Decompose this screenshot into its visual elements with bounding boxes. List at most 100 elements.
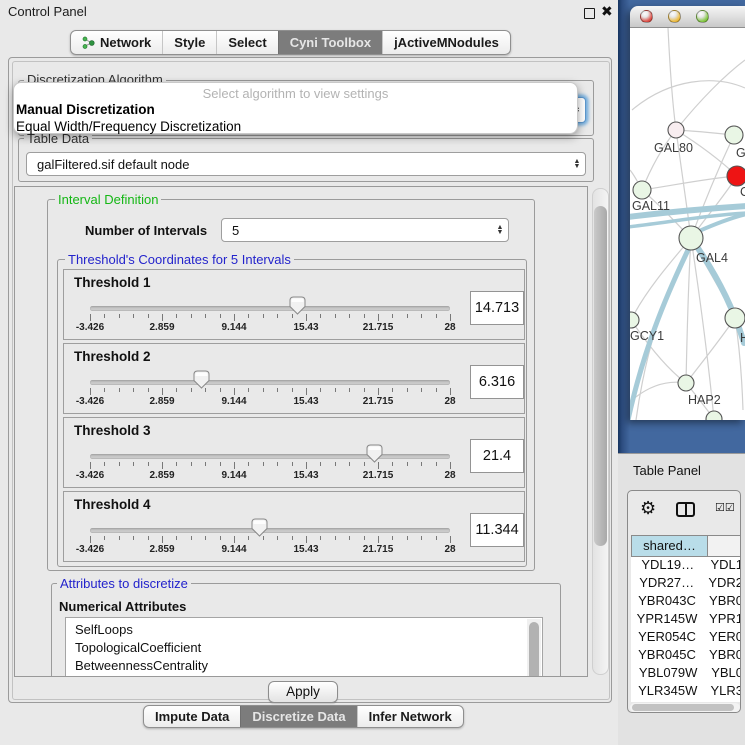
table-hscrollbar-thumb[interactable] [632,704,734,711]
apply-button[interactable]: Apply [268,681,338,703]
close-icon[interactable]: ✖ [601,3,613,20]
network-edge[interactable] [691,135,734,238]
columns-icon[interactable] [676,502,695,517]
minor-tick [407,388,408,392]
list-scrollbar-thumb[interactable] [529,622,539,677]
tick-label: 15.43 [276,470,336,481]
table-data-combobox[interactable]: galFiltered.sif default node ▲▼ [26,152,586,176]
table-hscrollbar[interactable] [630,703,740,712]
minor-tick [205,462,206,466]
network-canvas[interactable]: GAL80GACGAL11GAL4GCY1HHAP2 [630,28,745,420]
table-row[interactable]: YLR345WYLR3 [631,683,741,701]
threshold-label: Threshold 2 [74,349,151,364]
node-label: C [740,185,745,199]
tick-label: 2.859 [132,544,192,555]
tab-cyni-toolbox[interactable]: Cyni Toolbox [278,31,382,54]
slider-track[interactable] [90,380,450,385]
table-row[interactable]: YDR27…YDR2 [631,575,741,593]
table-row[interactable]: YBR043CYBR0 [631,593,741,611]
checkboxes-icon[interactable]: ☑☑ [715,501,735,514]
network-edge[interactable] [668,28,676,130]
column-header-shared[interactable]: shared… [631,535,708,557]
major-tick [378,314,379,321]
tab-discretize-data[interactable]: Discretize Data [240,706,356,727]
float-window-icon[interactable] [584,8,595,19]
network-node-node-right-2[interactable] [725,308,745,328]
threshold-value-field[interactable]: 14.713 [470,291,524,325]
numerical-attributes-list[interactable]: SelfLoopsTopologicalCoefficientBetweenne… [65,617,543,677]
table-row[interactable]: YIL052CYIL0 [631,701,741,702]
network-window[interactable]: GAL80GACGAL11GAL4GCY1HHAP2 [630,6,745,420]
major-tick [450,314,451,321]
network-edge[interactable] [676,60,745,130]
major-tick [306,388,307,395]
slider-thumb[interactable] [251,518,268,537]
threshold-value-field[interactable]: 6.316 [470,365,524,399]
network-edge[interactable] [632,81,745,110]
network-node-HAP2[interactable] [678,375,694,391]
tab-impute-data[interactable]: Impute Data [144,706,240,727]
slider-track[interactable] [90,306,450,311]
table-row[interactable]: YBL079WYBL0 [631,665,741,683]
minor-tick [104,536,105,540]
tab-jactivemnodules[interactable]: jActiveMNodules [382,31,510,54]
threshold-value-field[interactable]: 21.4 [470,439,524,473]
network-node-node-red[interactable] [727,166,745,186]
node-label: GCY1 [630,329,664,343]
cell-name: YER0 [703,629,741,647]
column-header-name[interactable]: n [708,535,741,557]
table-row[interactable]: YER054CYER0 [631,629,741,647]
slider-track[interactable] [90,528,450,533]
network-window-titlebar[interactable] [630,6,745,28]
slider-track[interactable] [90,454,450,459]
network-edge[interactable] [642,176,737,190]
table-row[interactable]: YDL19…YDL1 [631,557,741,575]
num-intervals-combobox[interactable]: 5 ▲▼ [221,218,509,242]
gear-icon[interactable]: ⚙ [640,499,656,517]
tab-style[interactable]: Style [162,31,216,54]
tab-select[interactable]: Select [216,31,277,54]
network-edge[interactable] [642,130,676,190]
threshold-value-field[interactable]: 11.344 [470,513,524,547]
zoom-traffic-light-icon[interactable] [696,10,709,23]
minimize-traffic-light-icon[interactable] [668,10,681,23]
major-tick [378,388,379,395]
dropdown-item-2[interactable]: Equal Width/Frequency Discretization [16,119,241,134]
attribute-item[interactable]: SelfLoops [66,621,542,639]
tab-label: Select [228,35,266,50]
slider-thumb[interactable] [366,444,383,463]
minor-tick [119,536,120,540]
tick-label: 21.715 [348,396,408,407]
table-row[interactable]: YBR045CYBR0 [631,647,741,665]
tab-label: jActiveMNodules [394,35,499,50]
tab-network[interactable]: Network [71,31,162,54]
minor-tick [364,462,365,466]
slider-thumb[interactable] [193,370,210,389]
minor-tick [277,462,278,466]
network-node-node-right-1[interactable] [725,126,743,144]
network-edge[interactable] [686,238,691,383]
close-traffic-light-icon[interactable] [640,10,653,23]
tab-infer-network[interactable]: Infer Network [357,706,463,727]
cell-name: YLR3 [704,683,741,701]
minor-tick [263,388,264,392]
dropdown-item-1[interactable]: Manual Discretization [16,102,155,117]
table-row[interactable]: YPR145WYPR1 [631,611,741,629]
slider-thumb[interactable] [289,296,306,315]
list-scrollbar[interactable] [527,619,541,677]
major-tick [378,536,379,543]
tick-label: -3.426 [60,396,120,407]
network-graph[interactable]: GAL80GACGAL11GAL4GCY1HHAP2 [630,28,745,420]
attribute-item[interactable]: TopologicalCoefficient [66,639,542,657]
minor-tick [148,388,149,392]
minor-tick [277,314,278,318]
network-node-GAL4[interactable] [679,226,703,250]
num-intervals-value: 5 [222,223,492,238]
network-node-GCY1[interactable] [630,312,639,328]
bottom-tab-bar: Impute DataDiscretize DataInfer Network [143,705,464,728]
network-node-GAL11[interactable] [633,181,651,199]
network-node-GAL80[interactable] [668,122,684,138]
panel-scrollbar-thumb[interactable] [594,206,607,546]
attribute-item[interactable]: BetweennessCentrality [66,657,542,675]
network-edge[interactable] [686,318,735,383]
